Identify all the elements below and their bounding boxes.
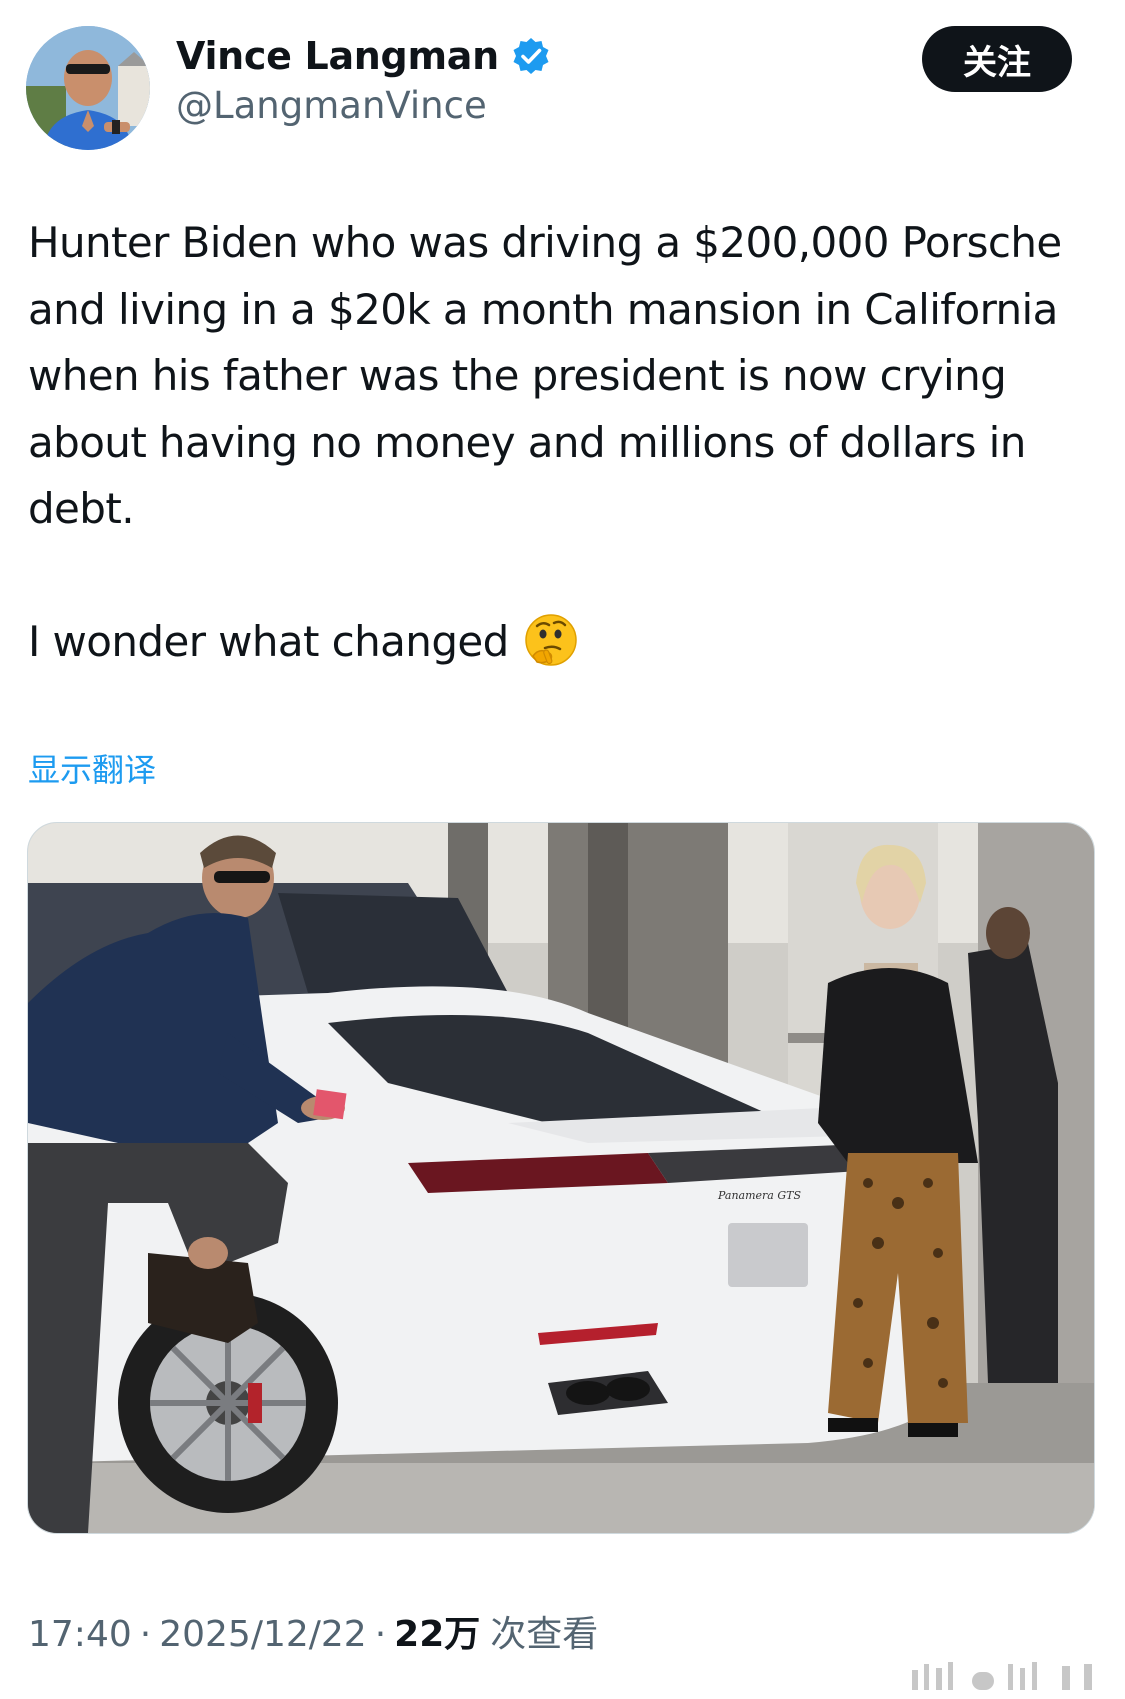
display-name[interactable]: Vince Langman — [176, 34, 499, 78]
thinking-face-icon — [523, 612, 579, 668]
avatar-image — [26, 26, 150, 150]
post-date: 2025/12/22 — [159, 1614, 367, 1655]
name-row: Vince Langman — [176, 30, 551, 82]
car-badge-text: Panamera GTS — [717, 1189, 801, 1202]
avatar[interactable] — [26, 26, 150, 150]
tweet-paragraph: Hunter Biden who was driving a $200,000 … — [28, 218, 1062, 533]
post-time: 17:40 — [28, 1614, 132, 1655]
verified-badge-icon — [511, 36, 551, 76]
show-translation-link[interactable]: 显示翻译 — [28, 745, 156, 791]
watermark-icon — [912, 1662, 1092, 1690]
tweet-paragraph: I wonder what changed — [28, 609, 1098, 676]
meta-separator: · — [374, 1614, 387, 1655]
user-handle[interactable]: @LangmanVince — [176, 84, 487, 127]
tweet-header: Vince Langman @LangmanVince 关注 — [0, 0, 1125, 160]
tweet-body: Hunter Biden who was driving a $200,000 … — [28, 210, 1098, 675]
views-count: 22万 — [394, 1614, 481, 1655]
tweet-meta: 17:40 · 2025/12/22 · 22万 次查看 — [28, 1605, 598, 1657]
photo-car-scene: Panamera GTS — [28, 823, 1094, 1533]
views-label: 次查看 — [490, 1614, 599, 1655]
follow-button[interactable]: 关注 — [922, 26, 1072, 92]
meta-separator: · — [139, 1614, 152, 1655]
tweet-text-line: I wonder what changed — [28, 616, 509, 666]
tweet-photo[interactable]: Panamera GTS — [27, 822, 1095, 1534]
